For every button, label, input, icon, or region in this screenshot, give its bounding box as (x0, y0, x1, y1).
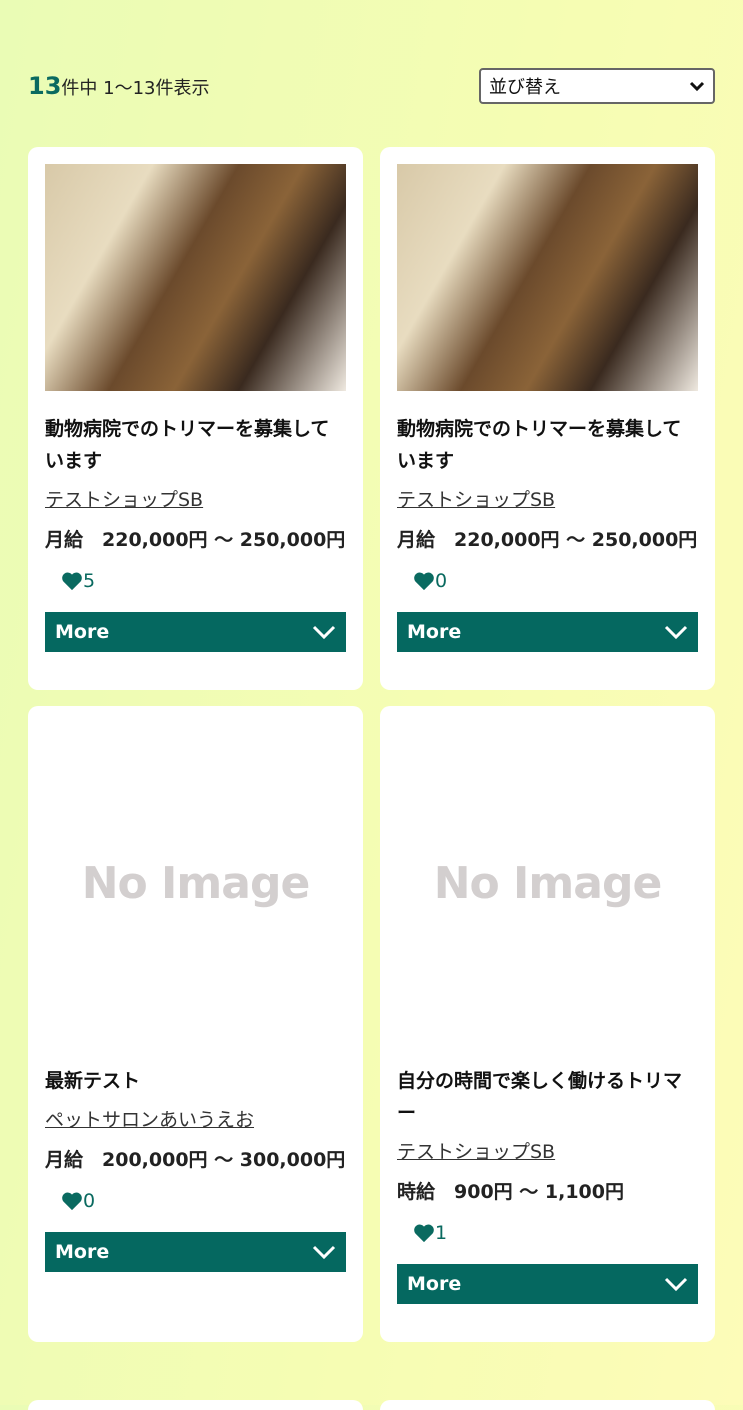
job-card: No Image 自分の時間で楽しく働けるトリマー テストショップSB 時給 9… (380, 706, 715, 1342)
job-photo[interactable] (397, 164, 698, 391)
more-button[interactable]: More (45, 1232, 346, 1272)
heart-icon (62, 1192, 82, 1211)
like-count: 0 (435, 570, 448, 592)
result-count: 13件中 1〜13件表示 (28, 72, 209, 100)
job-title[interactable]: 動物病院でのトリマーを募集しています (45, 413, 346, 477)
like-button[interactable]: 5 (61, 570, 346, 592)
job-title[interactable]: 動物病院でのトリマーを募集しています (397, 413, 698, 477)
more-button[interactable]: More (397, 612, 698, 652)
like-button[interactable]: 0 (413, 570, 698, 592)
like-button[interactable]: 0 (61, 1190, 346, 1212)
like-button[interactable]: 1 (413, 1222, 698, 1244)
more-button[interactable]: More (397, 1264, 698, 1304)
heart-icon (414, 1224, 434, 1243)
more-label: More (55, 1241, 110, 1263)
like-count: 0 (83, 1190, 96, 1212)
more-label: More (55, 621, 110, 643)
like-count: 1 (435, 1222, 448, 1244)
no-image-placeholder: No Image (433, 857, 663, 909)
heart-icon (62, 572, 82, 591)
more-button[interactable]: More (45, 612, 346, 652)
chevron-down-icon (312, 1245, 336, 1260)
salary: 月給 220,000円 〜 250,000円 (45, 529, 346, 551)
shop-link[interactable]: テストショップSB (397, 485, 555, 512)
count-text: 件中 1〜13件表示 (61, 78, 210, 99)
sort-select[interactable]: 並び替え (479, 68, 715, 104)
shop-link[interactable]: テストショップSB (45, 485, 203, 512)
results-header: 13件中 1〜13件表示 並び替え (28, 68, 715, 104)
job-card: 動物病院でのトリマーを募集しています テストショップSB 月給 220,000円… (380, 147, 715, 690)
sort-label: 並び替え (489, 77, 561, 98)
total-count: 13 (28, 72, 62, 100)
job-title[interactable]: 自分の時間で楽しく働けるトリマー (397, 1065, 698, 1129)
salary: 時給 900円 〜 1,100円 (397, 1181, 624, 1203)
like-count: 5 (83, 570, 96, 592)
chevron-down-icon (664, 1277, 688, 1292)
job-card: No Image 最新テスト ペットサロンあいうえお 月給 200,000円 〜… (28, 706, 363, 1342)
job-list: 動物病院でのトリマーを募集しています テストショップSB 月給 220,000円… (28, 147, 716, 1342)
chevron-down-icon (689, 81, 705, 92)
chevron-down-icon (312, 625, 336, 640)
shop-link[interactable]: テストショップSB (397, 1137, 555, 1164)
job-card-partial (380, 1400, 715, 1410)
job-title[interactable]: 最新テスト (45, 1065, 346, 1097)
chevron-down-icon (664, 625, 688, 640)
job-photo[interactable] (45, 164, 346, 391)
no-image-placeholder: No Image (81, 857, 311, 909)
heart-icon (414, 572, 434, 591)
salary: 月給 200,000円 〜 300,000円 (45, 1149, 346, 1171)
job-card: 動物病院でのトリマーを募集しています テストショップSB 月給 220,000円… (28, 147, 363, 690)
salary: 月給 220,000円 〜 250,000円 (397, 529, 698, 551)
shop-link[interactable]: ペットサロンあいうえお (45, 1105, 254, 1132)
more-label: More (407, 621, 462, 643)
job-card-partial (28, 1400, 363, 1410)
more-label: More (407, 1273, 462, 1295)
